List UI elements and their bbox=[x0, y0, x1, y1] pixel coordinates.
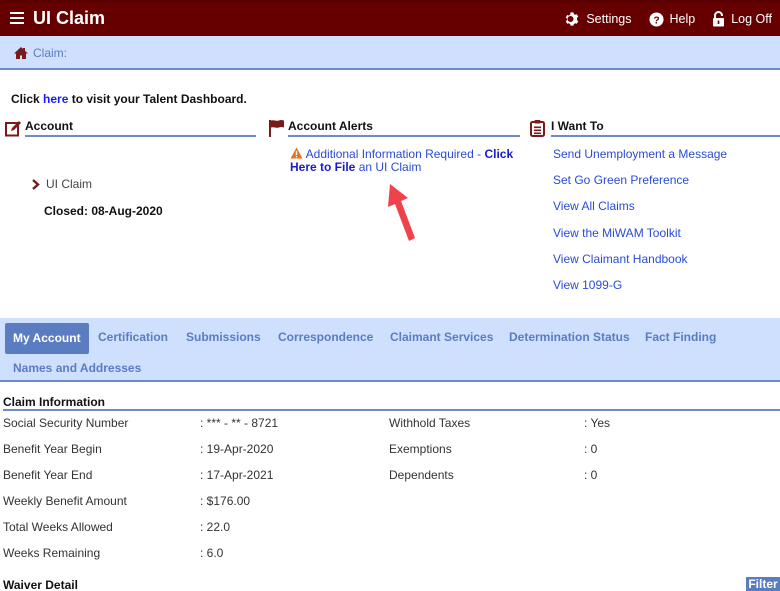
settings-label: Settings bbox=[586, 12, 632, 26]
claim-information-title: Claim Information bbox=[3, 395, 106, 409]
go-green-link[interactable]: Set Go Green Preference bbox=[553, 173, 727, 199]
info-label: Benefit Year End bbox=[3, 468, 93, 482]
chevron-right-icon bbox=[32, 178, 40, 190]
settings-button[interactable]: Settings bbox=[564, 11, 632, 27]
tab-claimant-services[interactable]: Claimant Services bbox=[390, 330, 493, 344]
tab-determination-status[interactable]: Determination Status bbox=[509, 330, 630, 344]
info-value: : 22.0 bbox=[200, 520, 231, 534]
talent-dashboard-link[interactable]: here bbox=[43, 92, 68, 106]
info-label: Dependents bbox=[389, 468, 454, 482]
hamburger-menu-icon[interactable] bbox=[10, 12, 24, 26]
alert-item[interactable]: Additional Information Required - Click … bbox=[290, 147, 530, 174]
account-title: Account bbox=[25, 119, 73, 133]
info-label: Benefit Year Begin bbox=[3, 442, 102, 456]
ui-claim-label: UI Claim bbox=[46, 177, 93, 191]
waiver-detail-title: Waiver Detail bbox=[3, 578, 78, 591]
tab-my-account[interactable]: My Account bbox=[5, 323, 89, 354]
account-section-header: Account bbox=[25, 117, 256, 137]
info-label: Exemptions bbox=[389, 442, 452, 456]
top-bar: UI Claim Settings ? Help Log Off bbox=[0, 0, 780, 36]
send-message-link[interactable]: Send Unemployment a Message bbox=[553, 147, 727, 173]
ui-claim-link[interactable]: UI Claim bbox=[31, 177, 163, 191]
claimant-handbook-link[interactable]: View Claimant Handbook bbox=[553, 252, 727, 278]
gear-icon bbox=[566, 12, 579, 26]
info-value: : Yes bbox=[584, 416, 611, 430]
filter-button[interactable]: Filter bbox=[746, 577, 780, 591]
lock-icon bbox=[713, 11, 725, 27]
account-alerts-title: Account Alerts bbox=[288, 119, 373, 133]
account-items: UI Claim Closed: 08-Aug-2020 bbox=[31, 177, 163, 218]
question-circle-icon: ? bbox=[648, 11, 664, 27]
log-off-label: Log Off bbox=[731, 12, 772, 26]
tab-submissions[interactable]: Submissions bbox=[186, 330, 261, 344]
info-label: Social Security Number bbox=[3, 416, 129, 430]
info-label: Withhold Taxes bbox=[389, 416, 471, 430]
warning-triangle-icon bbox=[290, 147, 303, 159]
clipboard-icon bbox=[530, 120, 545, 137]
info-label: Weeks Remaining bbox=[3, 546, 101, 560]
dashboard-notice-prefix: Click bbox=[11, 92, 44, 106]
info-value: : 0 bbox=[584, 442, 598, 456]
info-value: : 6.0 bbox=[200, 546, 224, 560]
breadcrumb-claim[interactable]: Claim: bbox=[33, 46, 67, 60]
info-value: : 19-Apr-2020 bbox=[200, 442, 274, 456]
i-want-to-list: Send Unemployment a Message Set Go Green… bbox=[553, 147, 727, 304]
view-all-claims-link[interactable]: View All Claims bbox=[553, 199, 727, 225]
info-label: Weekly Benefit Amount bbox=[3, 494, 127, 508]
tab-bar: My Account Certification Submissions Cor… bbox=[0, 318, 780, 382]
i-want-to-title: I Want To bbox=[551, 119, 604, 133]
help-label: Help bbox=[669, 12, 696, 26]
info-value: : 0 bbox=[584, 468, 598, 482]
alert-text-suffix: an UI Claim bbox=[355, 160, 422, 174]
tab-names-and-addresses[interactable]: Names and Addresses bbox=[13, 361, 141, 375]
home-icon[interactable] bbox=[13, 46, 29, 60]
alert-text-prefix: Additional Information Required - bbox=[305, 147, 485, 161]
info-value: : 17-Apr-2021 bbox=[200, 468, 274, 482]
tab-fact-finding[interactable]: Fact Finding bbox=[645, 330, 716, 344]
i-want-to-header: I Want To bbox=[551, 117, 780, 137]
annotation-arrow-icon bbox=[388, 184, 415, 241]
claim-status: Closed: 08-Aug-2020 bbox=[44, 204, 163, 218]
svg-text:?: ? bbox=[653, 15, 659, 26]
info-value: : *** - ** - 8721 bbox=[200, 416, 279, 430]
claim-information-header: Claim Information bbox=[3, 394, 780, 411]
dashboard-notice: Click here to visit your Talent Dashboar… bbox=[11, 92, 247, 106]
app-title: UI Claim bbox=[33, 8, 106, 28]
miwam-toolkit-link[interactable]: View the MiWAM Toolkit bbox=[553, 226, 727, 252]
account-alerts-header: Account Alerts bbox=[288, 117, 520, 137]
help-button[interactable]: ? Help bbox=[648, 11, 696, 27]
flag-icon bbox=[269, 120, 284, 137]
view-1099g-link[interactable]: View 1099-G bbox=[553, 278, 727, 304]
edit-square-icon bbox=[5, 121, 21, 137]
log-off-button[interactable]: Log Off bbox=[712, 11, 772, 27]
tab-correspondence[interactable]: Correspondence bbox=[278, 330, 373, 344]
info-value: : $176.00 bbox=[200, 494, 251, 508]
tab-certification[interactable]: Certification bbox=[98, 330, 168, 344]
dashboard-notice-suffix: to visit your Talent Dashboard. bbox=[68, 92, 247, 106]
breadcrumb-bar: Claim: bbox=[0, 36, 780, 70]
info-label: Total Weeks Allowed bbox=[3, 520, 113, 534]
